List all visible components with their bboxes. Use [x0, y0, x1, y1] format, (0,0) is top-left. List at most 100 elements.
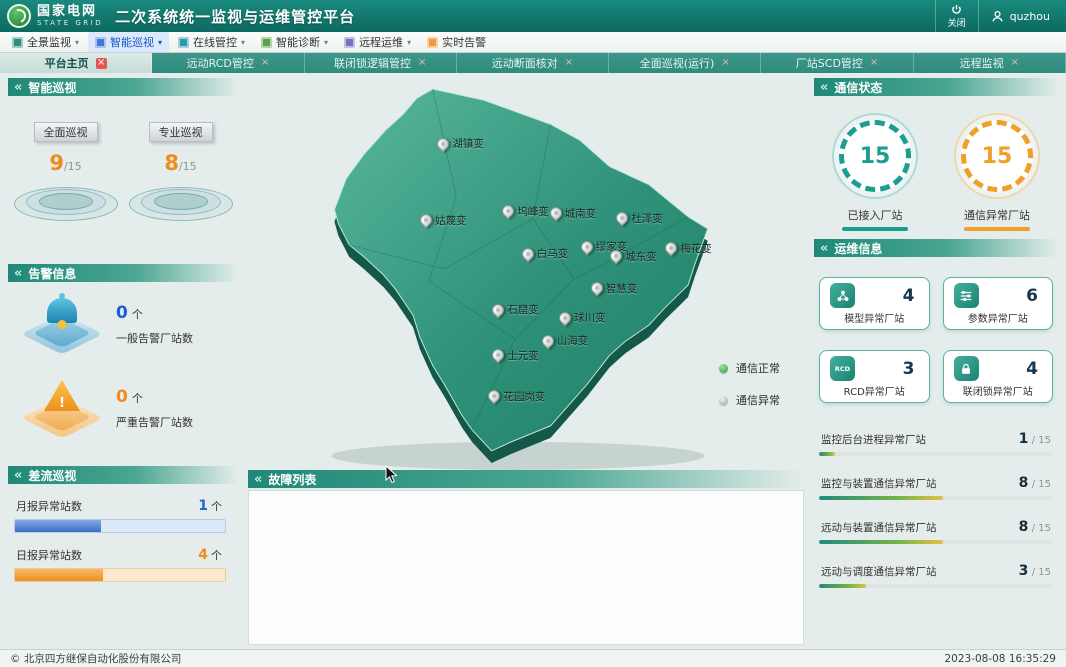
stat-monitor-device-comm: 监控与装置通信异常厂站 8 / 15: [819, 475, 1053, 500]
chevron-down-icon: ▾: [158, 38, 162, 47]
realtime-alarm-icon: [427, 37, 438, 48]
chevron-left-icon: «: [820, 80, 828, 95]
tab-close-icon[interactable]: ×: [1011, 58, 1019, 68]
gray-dot-icon: [719, 396, 728, 405]
chevron-down-icon: ▾: [75, 38, 79, 47]
username: quzhou: [1010, 10, 1050, 23]
station-label: 士元变: [507, 348, 539, 363]
left-panel: « 智能巡视 全面巡视 9/15 专业巡视 8/15: [8, 78, 238, 645]
tab-platform-home[interactable]: 平台主页 ×: [0, 53, 152, 73]
station-marker[interactable]: 姑蔑变: [420, 213, 467, 228]
tab-close-icon[interactable]: ×: [96, 58, 107, 69]
tab-remote-monitor[interactable]: 远程监视 ×: [914, 53, 1066, 73]
bell-icon: [24, 293, 100, 355]
region-map[interactable]: 湖镇变 坞峰变 城南变 杜泽变 姑蔑变 白马变 缪家变 城东变 梅花变 智慧变 …: [248, 78, 804, 470]
model-abnormal-card[interactable]: 4 模型异常厂站: [819, 277, 930, 330]
menu-item-panorama[interactable]: 全景监视 ▾: [5, 32, 86, 52]
tab-remote-rcd[interactable]: 远动RCD管控 ×: [152, 53, 304, 73]
stat-backend-process: 监控后台进程异常厂站 1 / 15: [819, 431, 1053, 456]
comm-status-header: « 通信状态: [814, 78, 1058, 96]
station-marker[interactable]: 湖镇变: [437, 136, 484, 151]
station-label: 坞峰变: [517, 204, 549, 219]
tab-close-icon[interactable]: ×: [261, 58, 269, 68]
station-marker[interactable]: 杜泽变: [616, 211, 663, 226]
station-marker[interactable]: 城东变: [610, 249, 657, 264]
stat-progress-bar: [819, 540, 1053, 544]
map-pin-icon: [500, 203, 517, 220]
right-panel: « 通信状态 15 已接入厂站 15 通信异常厂站 « 运维信息: [814, 78, 1058, 645]
tab-scd-control[interactable]: 厂站SCD管控 ×: [761, 53, 913, 73]
station-label: 梅花变: [680, 241, 712, 256]
chevron-left-icon: «: [14, 80, 22, 95]
tab-full-patrol[interactable]: 全面巡视(运行) ×: [609, 53, 761, 73]
station-marker[interactable]: 城南变: [550, 206, 597, 221]
remote-ops-icon: [344, 37, 355, 48]
station-label: 石窟变: [507, 302, 539, 317]
station-marker[interactable]: 山海变: [542, 333, 589, 348]
user-icon: [991, 10, 1004, 23]
power-icon: [951, 4, 962, 15]
chevron-left-icon: «: [254, 472, 262, 487]
stat-progress-bar: [819, 452, 1053, 456]
lock-icon: [954, 356, 979, 381]
severe-alarm-item[interactable]: ! 0 个 严重告警厂站数: [8, 366, 238, 450]
station-marker[interactable]: 士元变: [492, 348, 539, 363]
patrol-summary: 全面巡视 9/15 专业巡视 8/15: [8, 122, 238, 250]
menu-item-online-control[interactable]: 在线管控 ▾: [171, 32, 252, 52]
gauge-underline: [964, 227, 1030, 231]
center-panel: 湖镇变 坞峰变 城南变 杜泽变 姑蔑变 白马变 缪家变 城东变 梅花变 智慧变 …: [248, 78, 804, 645]
tab-interlock-logic[interactable]: 联闭锁逻辑管控 ×: [305, 53, 457, 73]
severe-alarm-count: 0: [116, 387, 128, 407]
station-marker[interactable]: 花园岗变: [488, 389, 545, 404]
station-marker[interactable]: 白马变: [522, 246, 569, 261]
tab-section-check[interactable]: 远动断面核对 ×: [457, 53, 609, 73]
map-shape: [248, 78, 804, 470]
gauge-underline: [842, 227, 908, 231]
station-marker[interactable]: 球川变: [559, 310, 606, 325]
comm-abnormal-gauge: 15 通信异常厂站: [954, 113, 1040, 231]
full-patrol-stat[interactable]: 全面巡视 9/15: [14, 122, 118, 250]
station-marker[interactable]: 石窟变: [492, 302, 539, 317]
status-bar: © 北京四方继保自动化股份有限公司 2023-08-08 16:35:29: [0, 649, 1066, 667]
station-label: 城东变: [625, 249, 657, 264]
tab-close-icon[interactable]: ×: [418, 58, 426, 68]
menu-item-remote-ops[interactable]: 远程运维 ▾: [337, 32, 418, 52]
tab-close-icon[interactable]: ×: [721, 58, 729, 68]
chevron-left-icon: «: [14, 468, 22, 483]
comm-gauges: 15 已接入厂站 15 通信异常厂站: [814, 96, 1058, 239]
smart-patrol-icon: [95, 37, 106, 48]
chevron-down-icon: ▾: [324, 38, 328, 47]
general-alarm-count: 0: [116, 303, 128, 323]
param-abnormal-card[interactable]: 6 参数异常厂站: [943, 277, 1054, 330]
brand-name-en: STATE GRID: [37, 19, 103, 27]
user-menu[interactable]: quzhou: [978, 0, 1066, 32]
platform-rings-icon: [14, 177, 118, 221]
close-button[interactable]: 关闭: [935, 0, 978, 32]
station-marker[interactable]: 坞峰变: [502, 204, 549, 219]
general-alarm-item[interactable]: 0 个 一般告警厂站数: [8, 282, 238, 366]
station-marker[interactable]: 梅花变: [665, 241, 712, 256]
pro-patrol-stat[interactable]: 专业巡视 8/15: [129, 122, 233, 250]
rcd-abnormal-card[interactable]: RCD 3 RCD异常厂站: [819, 350, 930, 403]
station-marker[interactable]: 智慧变: [591, 281, 638, 296]
station-label: 山海变: [557, 333, 589, 348]
tab-close-icon[interactable]: ×: [565, 58, 573, 68]
menu-item-realtime-alarm[interactable]: 实时告警: [420, 32, 493, 52]
map-pin-icon: [486, 388, 503, 405]
rcd-icon: RCD: [830, 356, 855, 381]
menu-item-smart-patrol[interactable]: 智能巡视 ▾: [88, 32, 169, 52]
tab-bar: 平台主页 × 远动RCD管控 × 联闭锁逻辑管控 × 远动断面核对 × 全面巡视…: [0, 53, 1066, 73]
map-pin-icon: [490, 347, 507, 364]
chevron-down-icon: ▾: [241, 38, 245, 47]
interlock-abnormal-card[interactable]: 4 联闭锁异常厂站: [943, 350, 1054, 403]
map-pin-icon: [490, 301, 507, 318]
map-legend: 通信正常 通信异常: [719, 360, 780, 408]
stat-progress-bar: [819, 496, 1053, 500]
menu-item-smart-diagnosis[interactable]: 智能诊断 ▾: [254, 32, 335, 52]
tab-close-icon[interactable]: ×: [870, 58, 878, 68]
map-pin-icon: [418, 212, 435, 229]
station-label: 杜泽变: [631, 211, 663, 226]
panorama-icon: [12, 37, 23, 48]
map-pin-icon: [547, 205, 564, 222]
chevron-left-icon: «: [14, 266, 22, 281]
